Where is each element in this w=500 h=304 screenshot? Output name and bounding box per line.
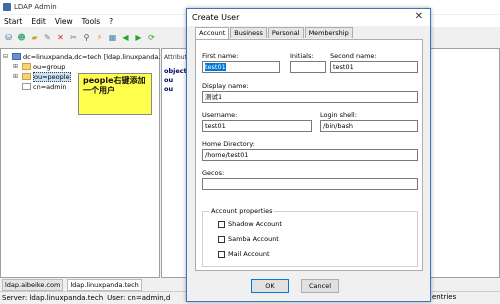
refresh-icon[interactable]: ⟳	[147, 33, 156, 42]
tree-item-label: ou=people	[33, 71, 71, 82]
create-user-dialog: Create User ✕ Account Business Personal …	[186, 8, 431, 302]
mail-account-checkbox[interactable]: Mail Account	[218, 250, 270, 258]
collapse-icon[interactable]: ⊟	[3, 53, 10, 60]
gecos-label: Gecos:	[202, 169, 225, 177]
cancel-button[interactable]: Cancel	[301, 279, 339, 293]
username-input[interactable]: test01	[202, 120, 312, 132]
tree-item-label: cn=admin	[33, 82, 67, 91]
initials-label: Initials:	[290, 52, 314, 60]
leaf-spacer	[13, 83, 20, 90]
expand-icon[interactable]: ⊞	[13, 63, 20, 70]
tools-icon[interactable]: ✂	[69, 33, 78, 42]
first-name-label: First name:	[202, 52, 239, 60]
samba-account-checkbox[interactable]: Samba Account	[218, 235, 279, 243]
search-icon[interactable]: ⚲	[82, 33, 91, 42]
app-icon	[3, 3, 11, 11]
ok-button[interactable]: OK	[251, 279, 289, 293]
second-name-input[interactable]: test01	[330, 61, 418, 73]
display-name-input[interactable]: 测试1	[202, 91, 418, 103]
login-shell-label: Login shell:	[320, 111, 357, 119]
dialog-title: Create User	[192, 13, 240, 22]
close-icon[interactable]: ✕	[415, 11, 423, 22]
tab-connection-aibeike[interactable]: ldap.aibeike.com	[2, 278, 64, 291]
account-properties-group: Account properties Shadow Account Samba …	[202, 207, 418, 267]
forward-icon[interactable]: ▶	[134, 33, 143, 42]
users-icon[interactable]: ☻	[17, 33, 26, 42]
tab-account[interactable]: Account	[195, 27, 230, 39]
checkbox-icon[interactable]	[218, 235, 225, 243]
value-panel	[430, 48, 500, 278]
status-user: User: cn=admin,d	[107, 294, 171, 302]
flash-icon[interactable]: ⚡	[95, 33, 104, 42]
attribute-row[interactable]: ou	[164, 76, 173, 84]
gecos-input[interactable]	[202, 178, 418, 190]
shadow-account-checkbox[interactable]: Shadow Account	[218, 220, 282, 228]
first-name-input[interactable]: test01	[202, 61, 280, 73]
tree-item-label: ou=group	[33, 62, 66, 71]
folder-icon	[22, 73, 31, 80]
tree-root-label: dc=linuxpanda,dc=tech [ldap.linuxpanda.t	[23, 52, 163, 61]
tree-item-group[interactable]: ⊞ ou=group	[13, 62, 65, 71]
menu-view[interactable]: View	[55, 17, 73, 26]
connect-icon[interactable]: ⛁	[4, 33, 13, 42]
back-icon[interactable]: ◀	[121, 33, 130, 42]
home-directory-label: Home Directory:	[202, 140, 255, 148]
home-directory-input[interactable]: /home/test01	[202, 149, 418, 161]
second-name-label: Second name:	[330, 52, 377, 60]
menu-edit[interactable]: Edit	[31, 17, 46, 26]
checkbox-icon[interactable]	[218, 250, 225, 258]
schema-icon[interactable]: ▦	[108, 33, 117, 42]
annotation-callout: people右键添加一个用户	[78, 73, 152, 115]
checkbox-icon[interactable]	[218, 220, 225, 228]
tab-personal[interactable]: Personal	[267, 27, 304, 38]
status-server: Server: ldap.linuxpanda.tech	[2, 294, 104, 302]
initials-input[interactable]	[290, 61, 326, 73]
dialog-tabs: Account Business Personal Membership	[195, 27, 354, 39]
attribute-row[interactable]: ou	[164, 85, 173, 93]
shadow-account-label: Shadow Account	[228, 220, 282, 228]
menu-tools[interactable]: Tools	[82, 17, 100, 26]
menu-help[interactable]: ?	[109, 17, 113, 26]
first-name-value: test01	[205, 63, 226, 71]
display-name-label: Display name:	[202, 82, 249, 90]
toolbar: ⛁ ☻ ▰ ✎ ✕ ✂ ⚲ ⚡ ▦ ◀ ▶ ⟳	[0, 29, 180, 45]
menu-start[interactable]: Start	[4, 17, 22, 26]
edit-icon[interactable]: ✎	[43, 33, 52, 42]
app-title: LDAP Admin	[14, 3, 57, 11]
folder-icon[interactable]: ▰	[30, 33, 39, 42]
delete-icon[interactable]: ✕	[56, 33, 65, 42]
tree-item-admin[interactable]: cn=admin	[13, 82, 67, 91]
account-properties-label: Account properties	[209, 207, 275, 215]
expand-icon[interactable]: ⊞	[13, 73, 20, 80]
folder-icon	[22, 63, 31, 70]
tab-business[interactable]: Business	[230, 27, 267, 38]
mail-account-label: Mail Account	[228, 250, 270, 258]
status-entries: entries	[432, 293, 457, 301]
dialog-title-bar: Create User	[187, 9, 430, 26]
tab-membership[interactable]: Membership	[304, 27, 353, 38]
tree-root[interactable]: ⊟ dc=linuxpanda,dc=tech [ldap.linuxpanda…	[3, 52, 163, 61]
username-label: Username:	[202, 111, 238, 119]
account-panel: First name: test01 Initials: Second name…	[195, 39, 423, 271]
server-icon	[12, 53, 21, 60]
login-shell-input[interactable]: /bin/bash	[320, 120, 418, 132]
tab-connection-linuxpanda[interactable]: ldap.linuxpanda.tech	[67, 278, 142, 291]
samba-account-label: Samba Account	[228, 235, 279, 243]
tree-item-people[interactable]: ⊞ ou=people	[13, 71, 71, 82]
connection-tabs: ldap.aibeike.com ldap.linuxpanda.tech	[0, 278, 190, 291]
entry-icon	[22, 83, 31, 90]
